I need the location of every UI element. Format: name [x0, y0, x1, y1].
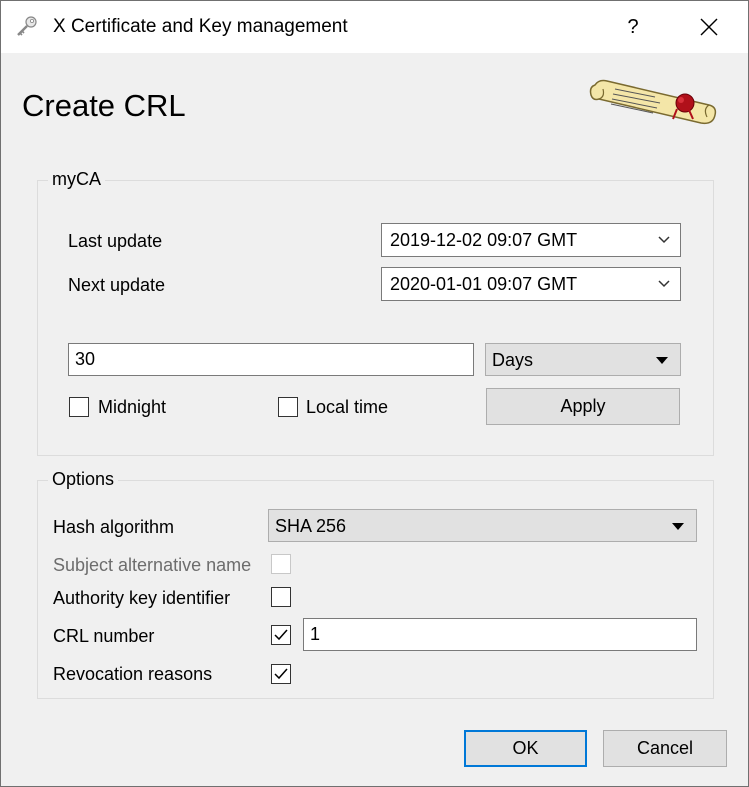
cancel-button-label: Cancel: [636, 738, 694, 758]
validity-period-input[interactable]: [68, 343, 474, 376]
chevron-down-icon: [658, 280, 670, 288]
dialog-window: X Certificate and Key management ? Creat…: [0, 0, 749, 787]
subject-alt-name-label: Subject alternative name: [53, 555, 252, 575]
close-button[interactable]: [689, 7, 729, 47]
checkmark-icon: [274, 668, 288, 680]
local-time-label: Local time: [306, 397, 389, 417]
hash-algorithm-select[interactable]: SHA 256: [268, 509, 697, 542]
hash-algorithm-value: SHA 256: [275, 516, 347, 536]
dropdown-arrow-icon: [672, 523, 684, 530]
window-title: X Certificate and Key management: [53, 16, 348, 37]
hash-algorithm-label: Hash algorithm: [53, 517, 175, 537]
next-update-datetime[interactable]: 2020-01-01 09:07 GMT: [381, 267, 681, 301]
crl-number-label: CRL number: [53, 626, 155, 646]
last-update-value: 2019-12-02 09:07 GMT: [390, 230, 578, 250]
authority-key-id-checkbox[interactable]: [271, 587, 291, 607]
revocation-reasons-label: Revocation reasons: [53, 664, 213, 684]
ca-group-legend: myCA: [48, 169, 105, 190]
checkmark-icon: [274, 629, 288, 641]
certificate-key-icon: [15, 15, 39, 39]
period-unit-value: Days: [492, 350, 534, 370]
cancel-button[interactable]: Cancel: [603, 730, 727, 767]
midnight-label: Midnight: [98, 397, 167, 417]
options-group-legend: Options: [48, 469, 119, 490]
crl-number-input[interactable]: [303, 618, 697, 651]
period-unit-select[interactable]: Days: [485, 343, 681, 376]
authority-key-id-label: Authority key identifier: [53, 588, 231, 608]
scroll-seal-icon: [585, 73, 721, 131]
help-button[interactable]: ?: [613, 7, 653, 47]
subject-alt-name-checkbox[interactable]: [271, 554, 291, 574]
crl-number-checkbox[interactable]: [271, 625, 291, 645]
chevron-down-icon: [658, 236, 670, 244]
next-update-value: 2020-01-01 09:07 GMT: [390, 274, 578, 294]
last-update-label: Last update: [68, 231, 163, 251]
apply-button-label: Apply: [560, 396, 606, 416]
page-title: Create CRL: [22, 88, 186, 123]
local-time-checkbox[interactable]: [278, 397, 298, 417]
title-bar[interactable]: X Certificate and Key management ?: [1, 1, 748, 53]
midnight-checkbox[interactable]: [69, 397, 89, 417]
close-icon: [700, 18, 718, 36]
ok-button-label: OK: [512, 738, 539, 758]
dropdown-arrow-icon: [656, 357, 668, 364]
revocation-reasons-checkbox[interactable]: [271, 664, 291, 684]
last-update-datetime[interactable]: 2019-12-02 09:07 GMT: [381, 223, 681, 257]
ok-button[interactable]: OK: [464, 730, 587, 767]
next-update-label: Next update: [68, 275, 166, 295]
apply-button[interactable]: Apply: [486, 388, 680, 425]
